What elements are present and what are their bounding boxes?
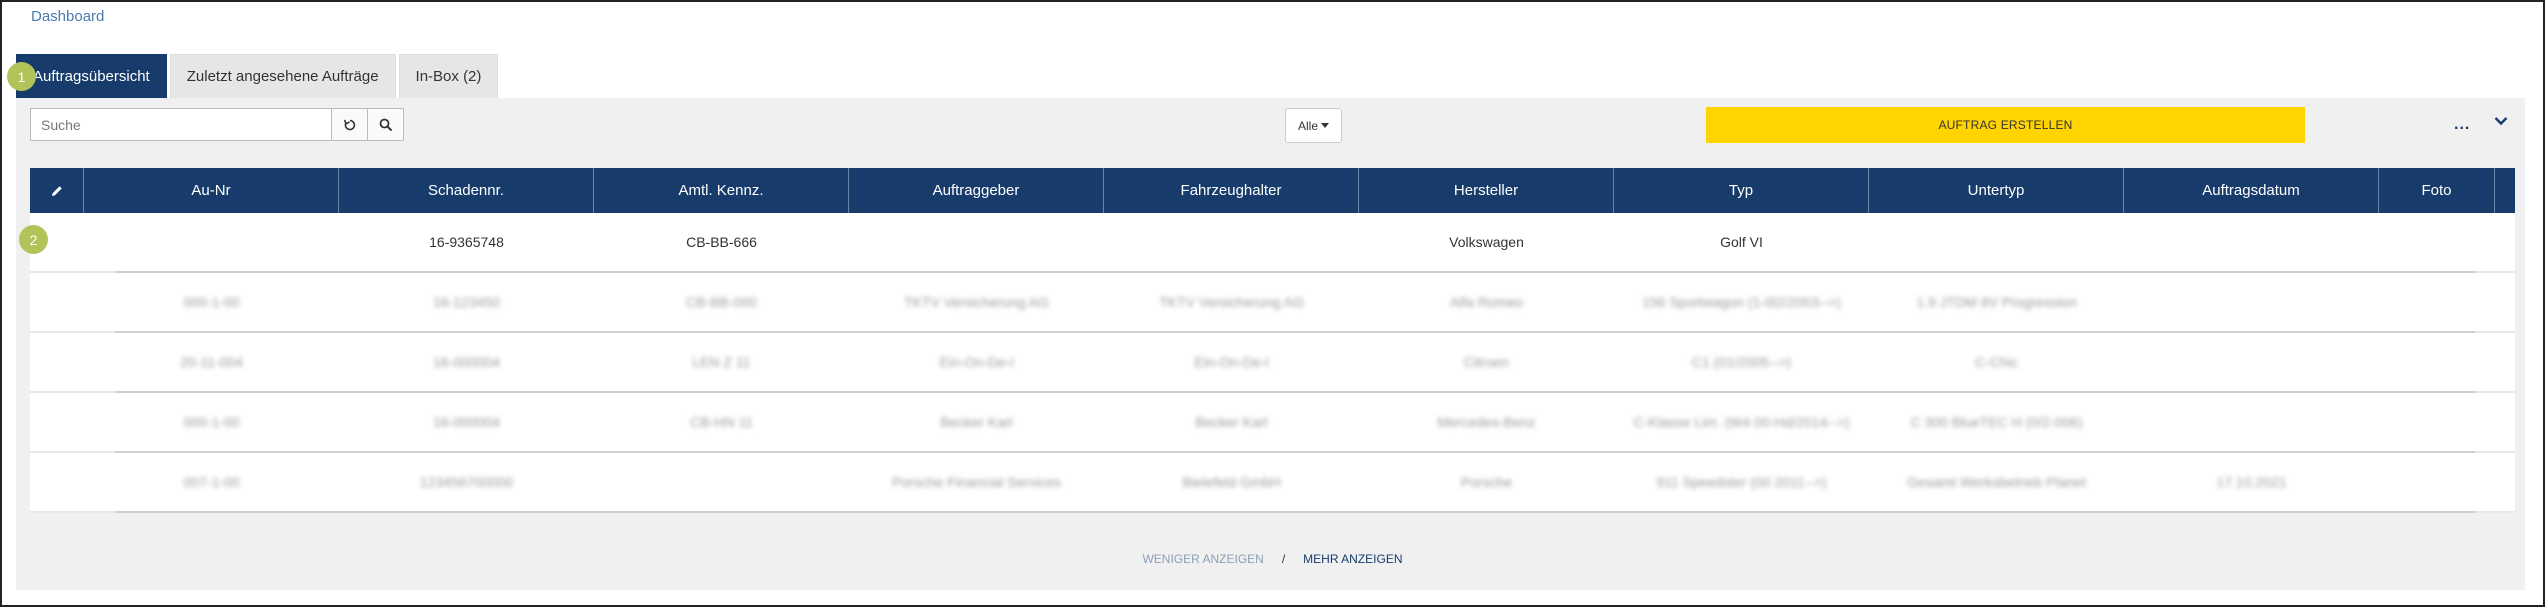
show-more-link[interactable]: MEHR ANZEIGEN: [1303, 552, 1402, 566]
cell-datum: [2124, 212, 2379, 272]
cell-auftraggeber: Porsche Financial Services: [892, 474, 1061, 490]
cell-datum: [2124, 332, 2379, 392]
row-divider: [115, 511, 2475, 513]
cell-datum: [2124, 392, 2379, 452]
cell-au-nr: [84, 212, 339, 272]
table-row[interactable]: 000-1-00 16-123450 CB-BB-000 TKTV Versicher…: [30, 273, 2515, 333]
cell-halter: [1104, 212, 1359, 272]
cell-hersteller: Volkswagen: [1449, 234, 1524, 250]
table-row[interactable]: 16-9365748 CB-BB-666 Volkswagen Golf VI: [30, 213, 2515, 273]
cell-kennz: [594, 452, 849, 512]
pagination-footer: WENIGER ANZEIGEN / MEHR ANZEIGEN: [0, 552, 2545, 566]
cell-au-nr: 007-1-00: [183, 474, 240, 490]
column-header[interactable]: Auftragsdatum: [2124, 168, 2379, 213]
header-spacer: [2495, 168, 2515, 213]
cell-untertyp: C 300 BlueTEC H (0/2-006): [1910, 414, 2083, 430]
cell-typ: 911 Speedster (00 2011-->): [1656, 474, 1827, 490]
orders-table: Au-Nr Schadennr. Amtl. Kennz. Auftraggeb…: [30, 168, 2515, 513]
cell-schadennr: 123456700000: [419, 474, 514, 490]
column-header[interactable]: Auftraggeber: [849, 168, 1104, 213]
cell-hersteller: Porsche: [1460, 474, 1513, 490]
cell-kennz: CB-BB-000: [686, 294, 757, 310]
search-button[interactable]: [367, 108, 404, 141]
tab-bar: Auftragsübersicht Zuletzt angesehene Auf…: [16, 54, 501, 98]
caret-down-icon: [1321, 123, 1329, 128]
cell-auftraggeber: Ein-On-De-l: [939, 354, 1014, 370]
cell-foto: [2379, 332, 2495, 392]
cell-hersteller: Alfa Romeo: [1449, 294, 1524, 310]
cell-typ: 156 Sportwagon (1-0l2/2003-->): [1642, 294, 1841, 310]
filter-dropdown[interactable]: Alle: [1285, 108, 1342, 143]
table-header: Au-Nr Schadennr. Amtl. Kennz. Auftraggeb…: [30, 168, 2515, 213]
cell-typ: Golf VI: [1720, 234, 1763, 250]
row-edit-cell: [30, 272, 84, 332]
cell-schadennr: 16-9365748: [429, 234, 504, 250]
tab-zuletzt-angesehen[interactable]: Zuletzt angesehene Aufträge: [169, 54, 396, 98]
more-menu-icon[interactable]: ...: [2454, 116, 2470, 134]
cell-halter: TKTV Versicherung AG: [1159, 294, 1304, 310]
cell-au-nr: 000-1-00: [183, 294, 240, 310]
cell-datum: 17.10.2021: [2216, 474, 2287, 490]
cell-foto: [2379, 212, 2495, 272]
column-header[interactable]: Untertyp: [1869, 168, 2124, 213]
column-header[interactable]: Foto: [2379, 168, 2495, 213]
cell-schadennr: 16-123450: [433, 294, 500, 310]
cell-datum: [2124, 272, 2379, 332]
filter-selected: Alle: [1297, 118, 1318, 133]
cell-halter: Becker Karl: [1195, 414, 1268, 430]
step-badge-2: 2: [19, 225, 48, 254]
cell-foto: [2379, 392, 2495, 452]
tab-auftragsuebersicht[interactable]: Auftragsübersicht: [16, 54, 167, 98]
table-row[interactable]: 20-11-004 16-000004 LEN Z 11 Ein-On-De-l Ein…: [30, 333, 2515, 393]
cell-kennz: LEN Z 11: [692, 354, 751, 370]
cell-hersteller: Citroen: [1463, 354, 1510, 370]
tab-inbox[interactable]: In-Box (2): [398, 54, 499, 98]
row-edit-cell: [30, 452, 84, 512]
cell-schadennr: 16-000004: [433, 354, 500, 370]
table-body: 16-9365748 CB-BB-666 Volkswagen Golf VI 000-…: [30, 213, 2515, 513]
reset-icon: [343, 119, 355, 130]
cell-typ: C1 (01/2005-->): [1691, 354, 1792, 370]
cell-auftraggeber: [849, 212, 1104, 272]
cell-auftraggeber: TKTV Versicherung AG: [904, 294, 1049, 310]
cell-halter: Bielefeld GmbH: [1182, 474, 1281, 490]
cell-au-nr: 20-11-004: [180, 354, 243, 370]
column-header[interactable]: Hersteller: [1359, 168, 1614, 213]
cell-foto: [2379, 272, 2495, 332]
cell-kennz: CB-BB-666: [686, 234, 757, 250]
cell-untertyp: Gesamt Werksbetrieb Planet: [1907, 474, 2086, 490]
create-order-button[interactable]: AUFTRAG ERSTELLEN: [1706, 107, 2305, 143]
row-edit-cell: [30, 332, 84, 392]
cell-auftraggeber: Becker Karl: [940, 414, 1013, 430]
cell-halter: Ein-On-De-l: [1194, 354, 1269, 370]
show-less-link[interactable]: WENIGER ANZEIGEN: [1142, 552, 1263, 566]
column-header[interactable]: Fahrzeughalter: [1104, 168, 1359, 213]
breadcrumb-dashboard[interactable]: Dashboard: [31, 8, 104, 25]
table-row[interactable]: 000-1-00 16-000004 CB-HN 11 Becker Karl Beck…: [30, 393, 2515, 453]
search-input[interactable]: [30, 108, 332, 141]
cell-schadennr: 16-000004: [433, 414, 500, 430]
column-header[interactable]: Typ: [1614, 168, 1869, 213]
cell-hersteller: Mercedes-Benz: [1437, 414, 1536, 430]
column-header[interactable]: Schadennr.: [339, 168, 594, 213]
cell-untertyp: C-Chic: [1975, 354, 2018, 370]
column-header[interactable]: Amtl. Kennz.: [594, 168, 849, 213]
reset-button[interactable]: [331, 108, 368, 141]
cell-untertyp: [1869, 212, 2124, 272]
cell-untertyp: 1.9 JTDM 8V Progression: [1916, 294, 2077, 310]
cell-au-nr: 000-1-00: [183, 414, 240, 430]
table-row[interactable]: 007-1-00 123456700000 Porsche Financial Se…: [30, 453, 2515, 513]
cell-kennz: CB-HN 11: [690, 414, 753, 430]
row-edit-cell: [30, 392, 84, 452]
step-badge-1: 1: [7, 62, 36, 91]
column-header[interactable]: Au-Nr: [84, 168, 339, 213]
cell-typ: C-Klasse Lim. (W4 00-Hd/2014-->): [1633, 414, 1850, 430]
footer-separator: /: [1281, 552, 1286, 566]
pencil-icon: [51, 185, 62, 196]
cell-foto: [2379, 452, 2495, 512]
chevron-down-icon[interactable]: [2494, 116, 2508, 126]
search-icon: [379, 118, 392, 131]
edit-column-header[interactable]: [30, 168, 84, 213]
